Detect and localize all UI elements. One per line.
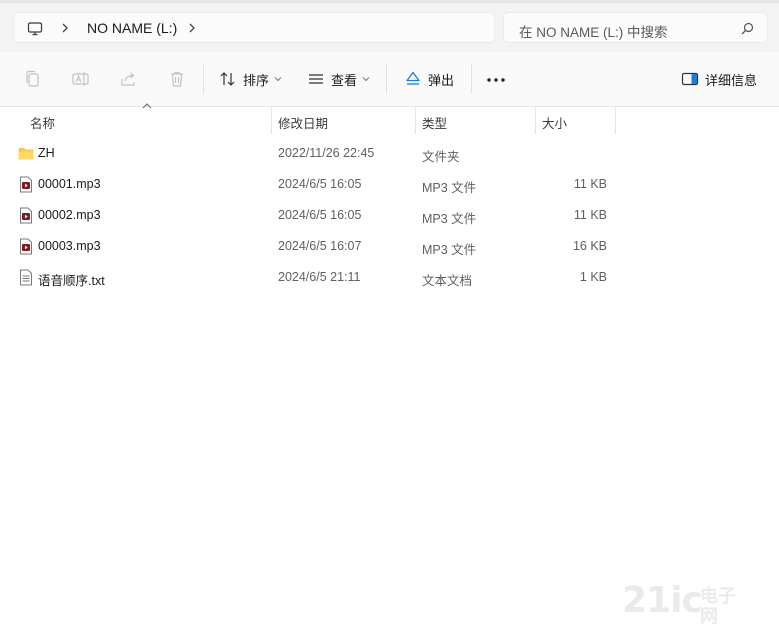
toolbar-separator [471,64,472,94]
text-file-icon [20,269,32,286]
column-header-size[interactable]: 大小 [542,113,567,132]
column-header-date[interactable]: 修改日期 [278,113,328,132]
file-row[interactable]: 00002.mp3 2024/6/5 16:05 MP3 文件 11 KB [0,200,779,231]
sort-icon [220,72,235,86]
file-date: 2024/6/5 16:07 [278,239,362,253]
file-name: 00001.mp3 [38,177,101,191]
this-pc-icon[interactable] [27,21,43,37]
file-name: 语音顺序.txt [38,274,105,288]
view-label: 查看 [331,72,358,88]
file-size: 1 KB [579,270,607,284]
file-name: 00002.mp3 [38,208,101,222]
watermark-brand: 21ic [622,580,703,621]
file-name: ZH [38,146,55,160]
mp3-file-icon [20,176,32,193]
delete-icon[interactable] [167,69,187,89]
details-pane-button[interactable]: 详细信息 [681,66,757,92]
column-header-row: 名称 修改日期 类型 大小 [0,107,779,134]
file-date: 2024/6/5 21:11 [278,270,361,284]
file-row[interactable]: 00001.mp3 2024/6/5 16:05 MP3 文件 11 KB [0,169,779,200]
address-box[interactable]: NO NAME (L:) [13,12,495,43]
chevron-down-icon [274,77,282,82]
eject-button[interactable]: 弹出 [404,66,454,92]
address-bar-area: NO NAME (L:) 在 NO NAME (L:) 中搜索 [0,0,779,52]
eject-label: 弹出 [428,72,455,88]
details-pane-icon [681,72,699,86]
file-row[interactable]: ZH 2022/11/26 22:45 文件夹 [0,138,779,169]
copy-icon[interactable] [23,69,43,89]
breadcrumb-location[interactable]: NO NAME (L:) [87,20,177,36]
sort-label: 排序 [243,72,270,88]
file-date: 2022/11/26 22:45 [278,146,375,160]
details-label: 详细信息 [705,72,758,88]
file-date: 2024/6/5 16:05 [278,208,362,222]
view-icon [309,74,323,84]
column-divider[interactable] [535,107,536,134]
mp3-file-icon [20,207,32,224]
toolbar-separator [203,64,204,94]
file-type: MP3 文件 [422,243,477,257]
breadcrumb-chevron-icon[interactable] [187,21,197,35]
eject-icon [406,71,420,85]
rename-icon[interactable] [71,69,91,89]
search-box[interactable]: 在 NO NAME (L:) 中搜索 [503,12,768,43]
file-name: 00003.mp3 [38,239,101,253]
file-row[interactable]: 00003.mp3 2024/6/5 16:07 MP3 文件 16 KB [0,231,779,262]
file-date: 2024/6/5 16:05 [278,177,362,191]
file-type: MP3 文件 [422,181,477,195]
view-button[interactable]: 查看 [307,66,370,92]
file-row[interactable]: 语音顺序.txt 2024/6/5 21:11 文本文档 1 KB [0,262,779,293]
file-type: 文本文档 [422,274,473,288]
file-size: 11 KB [573,208,607,222]
file-size: 11 KB [573,177,607,191]
chevron-down-icon [362,77,370,82]
command-bar: 排序 查看 弹出 详细信息 [0,52,779,107]
share-icon[interactable] [119,69,139,89]
sort-button[interactable]: 排序 [219,66,282,92]
column-divider[interactable] [415,107,416,134]
toolbar-separator [386,64,387,94]
search-input[interactable]: 在 NO NAME (L:) 中搜索 [519,21,668,41]
file-size: 16 KB [572,239,607,253]
mp3-file-icon [20,238,32,255]
title-strip [0,0,779,3]
watermark-text: 网 [700,606,718,627]
column-divider[interactable] [271,107,272,134]
column-divider[interactable] [615,107,616,134]
watermark-logo: 21ic 电子 网 [622,580,772,627]
column-header-type[interactable]: 类型 [422,113,447,132]
search-icon[interactable] [741,22,754,35]
column-header-name[interactable]: 名称 [30,113,55,132]
folder-icon [18,148,34,160]
breadcrumb-chevron-icon[interactable] [60,21,70,35]
file-type: MP3 文件 [422,212,477,226]
file-type: 文件夹 [422,150,460,164]
more-options-icon[interactable] [486,77,506,83]
